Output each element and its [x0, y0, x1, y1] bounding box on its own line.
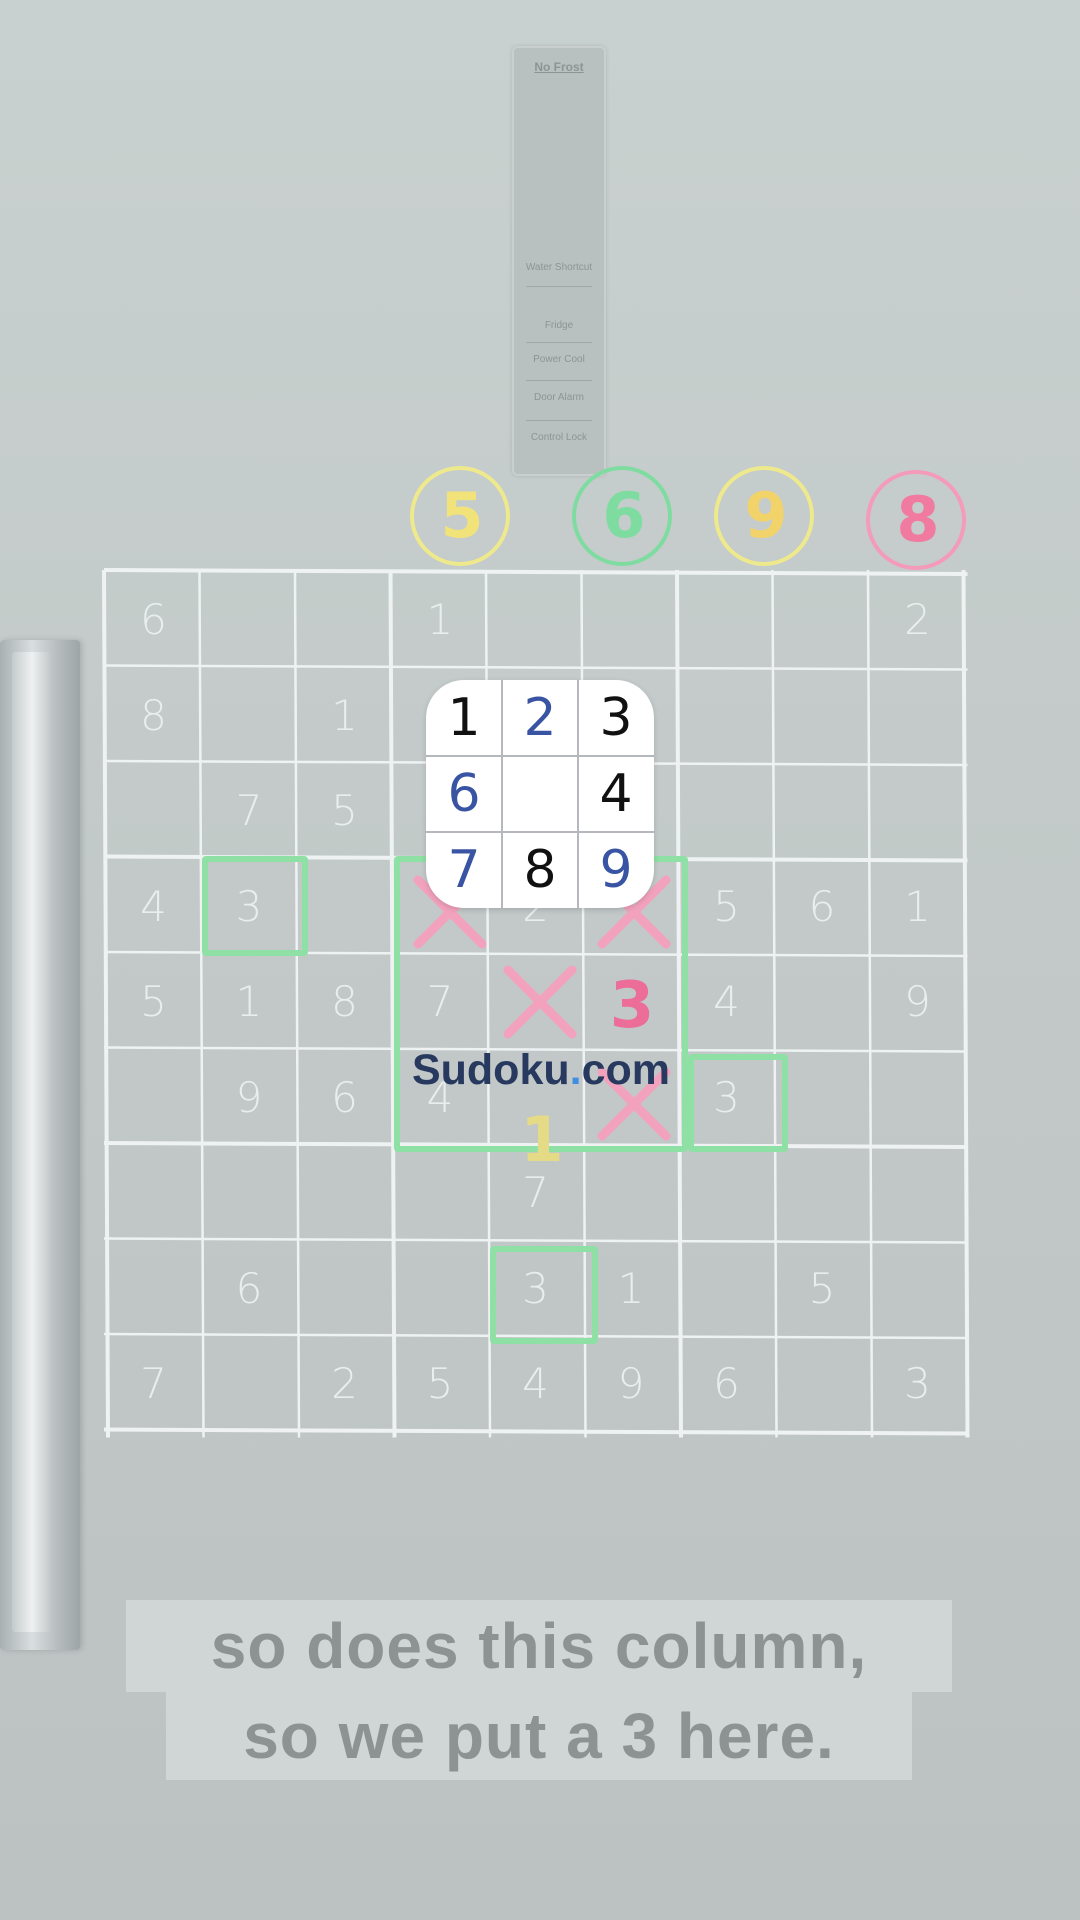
- sudoku-cell: 6: [713, 1359, 740, 1408]
- logo-digit: 8: [523, 840, 557, 900]
- logo-digit: 4: [599, 764, 633, 824]
- sudoku-cell: 5: [331, 786, 358, 835]
- cross-mark: [503, 965, 577, 1039]
- sudoku-cell: [393, 1241, 488, 1336]
- sudoku-cell: [679, 668, 774, 763]
- sudoku-cell: [202, 572, 297, 667]
- subtitle-text: so we put a 3 here.: [243, 1700, 835, 1772]
- sudoku-cell: [775, 1145, 870, 1240]
- sudoku-cell: 9: [904, 977, 931, 1026]
- sudoku-cell: [775, 572, 870, 667]
- sudoku-app-logo: 123 6 4 789: [426, 680, 654, 908]
- sudoku-cell: 1: [904, 881, 931, 931]
- logo-digit: 3: [599, 688, 633, 748]
- sudoku-cell: [679, 572, 774, 667]
- sudoku-cell: [679, 1241, 774, 1336]
- sudoku-cell: [870, 763, 965, 858]
- subtitle-line: so does this column,: [126, 1600, 952, 1692]
- sudoku-cell: 6: [331, 1072, 358, 1122]
- sudoku-cell: [775, 1050, 870, 1145]
- sudoku-cell: [106, 763, 201, 858]
- sudoku-cell: 4: [140, 881, 167, 931]
- sudoku-cell: [584, 1145, 679, 1240]
- sudoku-cell: 1: [331, 690, 358, 740]
- logo-digit: 2: [523, 688, 557, 748]
- highlight-box: [490, 1246, 598, 1344]
- sudoku-cell: [297, 1145, 392, 1240]
- logo-digit: 1: [447, 688, 481, 748]
- sudoku-cell: [488, 572, 583, 667]
- sudoku-cell: [775, 954, 870, 1049]
- sudoku-cell: [870, 1050, 965, 1145]
- sudoku-cell: 2: [331, 1359, 358, 1408]
- brand-name: Sudoku: [411, 1046, 570, 1094]
- sudoku-cell: [870, 668, 965, 763]
- sudoku-cell: [870, 1145, 965, 1240]
- sudoku-cell: [297, 859, 392, 954]
- sudoku-cell: [297, 572, 392, 667]
- highlight-box: [202, 856, 308, 956]
- sudoku-cell: [870, 1241, 965, 1336]
- sudoku-cell: 4: [713, 977, 740, 1026]
- highlight-box: [688, 1054, 788, 1152]
- sudoku-cell: [297, 1241, 392, 1336]
- subtitle-line: so we put a 3 here.: [166, 1692, 912, 1780]
- sudoku-cell: 8: [140, 690, 167, 740]
- sudoku-cell: [775, 763, 870, 858]
- sudoku-cell: [202, 1145, 297, 1240]
- logo-digit: 6: [447, 764, 481, 824]
- sudoku-cell: 4: [522, 1359, 549, 1408]
- brand-tld: com: [581, 1046, 671, 1094]
- placed-digit-magnet: 3: [609, 969, 655, 1043]
- brand-dot: .: [569, 1046, 582, 1094]
- sudoku-cell: 9: [617, 1359, 645, 1408]
- logo-digit: [502, 756, 578, 832]
- sudoku-cell: 6: [235, 1263, 263, 1313]
- sudoku-cell: [393, 1145, 488, 1240]
- sudoku-cell: 1: [235, 977, 263, 1026]
- sudoku-cell: [584, 572, 679, 667]
- sudoku-cell: 5: [426, 1359, 454, 1408]
- sudoku-cell: 5: [713, 881, 740, 931]
- candidate-digit-magnet: 1: [520, 1103, 564, 1176]
- sudoku-cell: 5: [140, 977, 167, 1026]
- sudoku-cell: 9: [235, 1072, 263, 1122]
- sudoku-cell: [106, 1241, 201, 1336]
- sudoku-cell: 6: [140, 595, 167, 644]
- logo-digit: 9: [599, 840, 633, 900]
- sudoku-cell: 7: [235, 786, 263, 835]
- sudoku-cell: 3: [904, 1359, 931, 1408]
- sudoku-cell: [679, 763, 774, 858]
- sudoku-cell: [775, 1336, 870, 1431]
- sudoku-cell: 1: [426, 595, 454, 644]
- sudoku-cell: [202, 668, 297, 763]
- sudoku-cell: [106, 1145, 201, 1240]
- brand-watermark: Sudoku.com: [396, 1040, 686, 1100]
- sudoku-cell: 2: [904, 595, 931, 644]
- sudoku-cell: [202, 1336, 297, 1431]
- logo-digit: 7: [447, 840, 481, 900]
- sudoku-cell: [679, 1145, 774, 1240]
- sudoku-cell: 8: [331, 977, 358, 1026]
- subtitle-text: so does this column,: [210, 1610, 868, 1682]
- sudoku-cell: [106, 1050, 201, 1145]
- sudoku-cell: 5: [808, 1263, 836, 1313]
- sudoku-cell: 7: [140, 1359, 167, 1408]
- sudoku-cell: 6: [808, 881, 836, 931]
- sudoku-cell: [775, 668, 870, 763]
